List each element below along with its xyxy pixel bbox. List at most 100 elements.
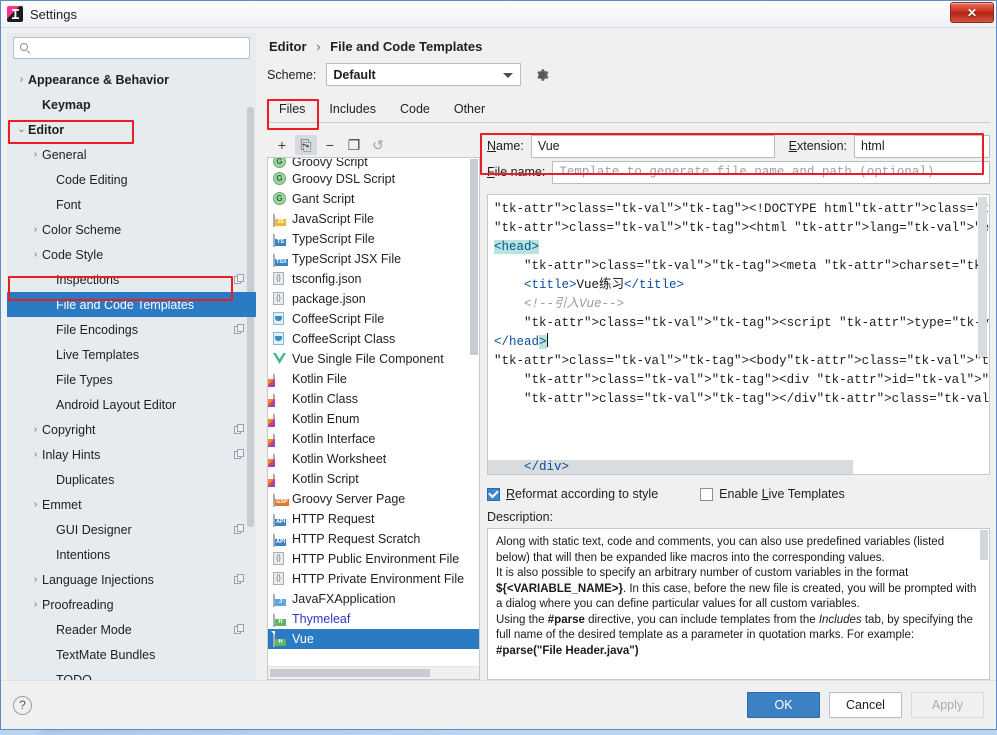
template-list-item[interactable]: GGroovy Script bbox=[268, 158, 479, 169]
sidebar-item-appearance-behavior[interactable]: ›Appearance & Behavior bbox=[7, 67, 256, 92]
template-list-item[interactable]: Kotlin Script bbox=[268, 469, 479, 489]
copy-template-button[interactable]: ⎘ bbox=[295, 135, 317, 155]
apply-button[interactable]: Apply bbox=[911, 692, 984, 718]
template-list-item[interactable]: APIHTTP Request Scratch bbox=[268, 529, 479, 549]
template-list-vscrollbar-thumb[interactable] bbox=[470, 159, 478, 355]
template-list-item[interactable]: GGant Script bbox=[268, 189, 479, 209]
description-vscrollbar-thumb[interactable] bbox=[980, 530, 988, 560]
json-file-icon: {} bbox=[273, 572, 287, 586]
search-input[interactable] bbox=[31, 40, 249, 56]
sidebar-item-duplicates[interactable]: Duplicates bbox=[7, 467, 256, 492]
chevron-right-icon[interactable]: › bbox=[29, 599, 42, 610]
template-list-item[interactable]: Kotlin Class bbox=[268, 389, 479, 409]
sidebar-item-reader-mode[interactable]: Reader Mode bbox=[7, 617, 256, 642]
sidebar-item-inspections[interactable]: Inspections bbox=[7, 267, 256, 292]
remove-template-button[interactable]: − bbox=[319, 135, 341, 155]
template-list-item-label: Groovy Server Page bbox=[292, 492, 405, 506]
chevron-right-icon[interactable]: › bbox=[29, 224, 42, 235]
scheme-dropdown[interactable]: Default bbox=[326, 63, 521, 86]
template-list-item[interactable]: CoffeeScript File bbox=[268, 309, 479, 329]
template-list-item[interactable]: TSXTypeScript JSX File bbox=[268, 249, 479, 269]
sidebar-item-copyright[interactable]: ›Copyright bbox=[7, 417, 256, 442]
search-box[interactable] bbox=[13, 37, 250, 59]
chevron-right-icon[interactable]: › bbox=[29, 249, 42, 260]
sidebar-item-label: File and Code Templates bbox=[56, 298, 194, 312]
help-icon[interactable]: ? bbox=[13, 696, 32, 715]
template-list-item[interactable]: GGroovy DSL Script bbox=[268, 169, 479, 189]
settings-tree[interactable]: ›Appearance & BehaviorKeymap⌄Editor›Gene… bbox=[7, 65, 256, 680]
template-list-item[interactable]: {}package.json bbox=[268, 289, 479, 309]
chevron-right-icon[interactable]: › bbox=[29, 449, 42, 460]
close-icon[interactable]: ✕ bbox=[950, 2, 994, 23]
template-list-item[interactable]: {}HTTP Public Environment File bbox=[268, 549, 479, 569]
sidebar-item-label: Android Layout Editor bbox=[56, 398, 176, 412]
template-list-item[interactable]: HVue bbox=[268, 629, 479, 649]
tab-code[interactable]: Code bbox=[388, 98, 442, 122]
template-list-item[interactable]: APIHTTP Request bbox=[268, 509, 479, 529]
tab-files[interactable]: Files bbox=[267, 98, 317, 122]
sidebar-item-emmet[interactable]: ›Emmet bbox=[7, 492, 256, 517]
sidebar-item-font[interactable]: Font bbox=[7, 192, 256, 217]
ok-button[interactable]: OK bbox=[747, 692, 820, 718]
sidebar-item-keymap[interactable]: Keymap bbox=[7, 92, 256, 117]
live-templates-checkbox[interactable] bbox=[700, 488, 713, 501]
sidebar-item-inlay-hints[interactable]: ›Inlay Hints bbox=[7, 442, 256, 467]
template-list-item[interactable]: TSTypeScript File bbox=[268, 229, 479, 249]
template-list-item[interactable]: Vue Single File Component bbox=[268, 349, 479, 369]
template-list-item[interactable]: CoffeeScript Class bbox=[268, 329, 479, 349]
tab-includes[interactable]: Includes bbox=[317, 98, 388, 122]
name-input[interactable] bbox=[531, 135, 775, 158]
clone-template-button[interactable]: ❐ bbox=[343, 135, 365, 155]
tab-other[interactable]: Other bbox=[442, 98, 497, 122]
chevron-right-icon[interactable]: › bbox=[29, 499, 42, 510]
extension-label: Extension: bbox=[789, 139, 847, 153]
sidebar-item-file-and-code-templates[interactable]: File and Code Templates bbox=[7, 292, 256, 317]
sidebar-item-gui-designer[interactable]: GUI Designer bbox=[7, 517, 256, 542]
template-list-item[interactable]: JSJavaScript File bbox=[268, 209, 479, 229]
chevron-right-icon[interactable]: › bbox=[29, 574, 42, 585]
sidebar-item-language-injections[interactable]: ›Language Injections bbox=[7, 567, 256, 592]
sidebar-item-color-scheme[interactable]: ›Color Scheme bbox=[7, 217, 256, 242]
kotlin-file-icon bbox=[273, 452, 287, 466]
sidebar-item-code-editing[interactable]: Code Editing bbox=[7, 167, 256, 192]
chevron-down-icon[interactable]: ⌄ bbox=[15, 124, 28, 135]
sidebar-item-live-templates[interactable]: Live Templates bbox=[7, 342, 256, 367]
sidebar-item-todo[interactable]: TODO bbox=[7, 667, 256, 680]
sidebar-item-code-style[interactable]: ›Code Style bbox=[7, 242, 256, 267]
add-template-button[interactable]: + bbox=[271, 135, 293, 155]
template-list[interactable]: GGroovy ScriptGGroovy DSL ScriptGGant Sc… bbox=[267, 157, 480, 680]
gear-icon[interactable] bbox=[534, 67, 550, 83]
file-name-input[interactable] bbox=[552, 161, 990, 184]
code-line: "tk-attr">class="tk-val">"tk-tag"><!DOCT… bbox=[494, 200, 989, 219]
cancel-button[interactable]: Cancel bbox=[829, 692, 902, 718]
template-list-item[interactable]: Kotlin Worksheet bbox=[268, 449, 479, 469]
sidebar-item-label: Appearance & Behavior bbox=[28, 73, 169, 87]
chevron-right-icon[interactable]: › bbox=[29, 424, 42, 435]
template-code-editor[interactable]: "tk-attr">class="tk-val">"tk-tag"><!DOCT… bbox=[487, 194, 990, 475]
chevron-right-icon[interactable]: › bbox=[29, 149, 42, 160]
chevron-right-icon[interactable]: › bbox=[15, 74, 28, 85]
template-list-item[interactable]: HThymeleaf bbox=[268, 609, 479, 629]
reformat-checkbox[interactable] bbox=[487, 488, 500, 501]
template-list-item[interactable]: GSPGroovy Server Page bbox=[268, 489, 479, 509]
breadcrumb-root[interactable]: Editor bbox=[269, 39, 307, 54]
template-list-item[interactable]: Kotlin Enum bbox=[268, 409, 479, 429]
template-list-hscrollbar[interactable] bbox=[268, 666, 479, 679]
sidebar-item-file-encodings[interactable]: File Encodings bbox=[7, 317, 256, 342]
template-list-item[interactable]: Kotlin File bbox=[268, 369, 479, 389]
editor-vscrollbar-thumb[interactable] bbox=[978, 197, 987, 357]
sidebar-item-android-layout-editor[interactable]: Android Layout Editor bbox=[7, 392, 256, 417]
sidebar-item-intentions[interactable]: Intentions bbox=[7, 542, 256, 567]
template-list-item[interactable]: Kotlin Interface bbox=[268, 429, 479, 449]
sidebar-item-general[interactable]: ›General bbox=[7, 142, 256, 167]
template-list-item[interactable]: JJavaFXApplication bbox=[268, 589, 479, 609]
extension-input[interactable] bbox=[854, 135, 990, 158]
sidebar-item-proofreading[interactable]: ›Proofreading bbox=[7, 592, 256, 617]
sidebar-item-editor[interactable]: ⌄Editor bbox=[7, 117, 256, 142]
template-list-hscrollbar-thumb[interactable] bbox=[270, 669, 430, 677]
template-list-item[interactable]: {}tsconfig.json bbox=[268, 269, 479, 289]
sidebar-item-textmate-bundles[interactable]: TextMate Bundles bbox=[7, 642, 256, 667]
sidebar-item-file-types[interactable]: File Types bbox=[7, 367, 256, 392]
template-list-item[interactable]: {}HTTP Private Environment File bbox=[268, 569, 479, 589]
description-paragraph: Along with static text, code and comment… bbox=[496, 535, 979, 566]
